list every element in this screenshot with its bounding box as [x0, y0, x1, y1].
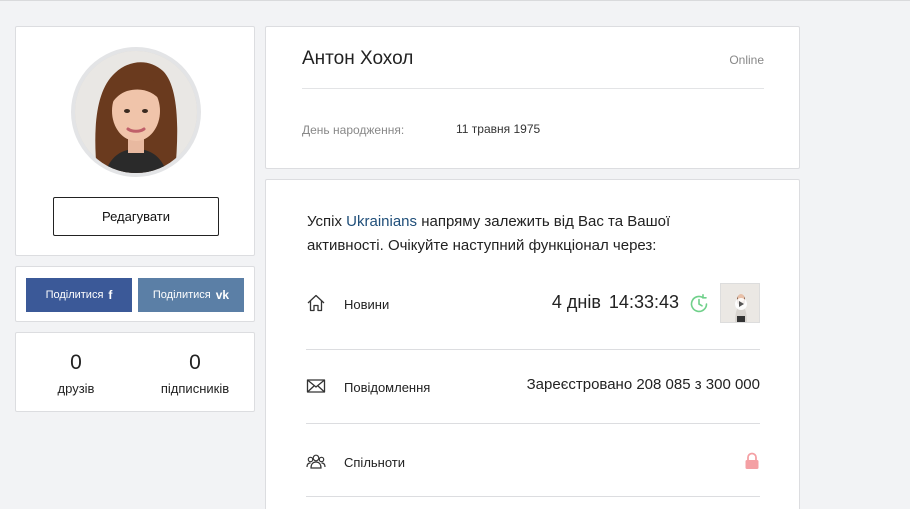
feature-row-communities: Спільноти [306, 449, 760, 473]
friends-label: друзів [57, 381, 95, 396]
news-label: Новини [344, 297, 390, 312]
envelope-icon [306, 376, 326, 396]
features-card: Успіх Ukrainians напряму залежить від Ва… [265, 179, 800, 509]
home-icon [306, 293, 326, 313]
online-status: Online [729, 53, 764, 67]
profile-card: Редагувати [15, 26, 255, 256]
divider [306, 423, 760, 424]
avatar-photo [75, 51, 197, 173]
avatar[interactable] [71, 47, 201, 177]
share-facebook-label: Поділитися [45, 289, 104, 301]
feature-row-news: Новини 4 днів 14:33:43 [306, 283, 760, 323]
registered-count: Зареєстровано 208 085 з 300 000 [526, 376, 760, 393]
video-thumbnail[interactable] [720, 283, 760, 323]
lock-icon [744, 452, 760, 470]
friends-stat[interactable]: 0 друзів [21, 351, 131, 396]
divider [302, 88, 764, 89]
communities-label: Спільноти [344, 455, 406, 470]
share-vk-button[interactable]: Поділитися vk [138, 278, 244, 312]
divider [306, 349, 760, 350]
ukrainians-link[interactable]: Ukrainians [346, 213, 417, 230]
countdown-time: 14:33:43 [608, 292, 679, 312]
edit-profile-button[interactable]: Редагувати [53, 197, 219, 236]
news-countdown: 4 днів 14:33:43 [552, 292, 679, 313]
facebook-icon: f [108, 288, 113, 302]
divider [306, 496, 760, 497]
countdown-days: 4 днів [551, 292, 601, 312]
followers-label: підписників [160, 381, 230, 396]
feature-row-messages: Повідомлення Зареєстровано 208 085 з 300… [306, 374, 760, 398]
user-name: Антон Хохол [302, 48, 414, 69]
messages-label: Повідомлення [344, 380, 431, 395]
birthday-value: 11 травня 1975 [456, 122, 541, 136]
share-vk-label: Поділитися [152, 289, 211, 301]
friends-count: 0 [70, 351, 82, 374]
share-facebook-button[interactable]: Поділитися f [26, 278, 132, 312]
users-icon [306, 451, 326, 471]
intro-text-before: Успіх [307, 213, 347, 230]
share-card: Поділитися f Поділитися vk [15, 266, 255, 322]
user-info-card: Антон Хохол Online День народження: 11 т… [265, 26, 800, 169]
top-border [0, 0, 910, 1]
followers-stat[interactable]: 0 підписників [140, 351, 250, 396]
followers-count: 0 [189, 351, 201, 374]
clock-refresh-icon [688, 293, 710, 315]
birthday-label: День народження: [302, 123, 405, 137]
intro-text: Успіх Ukrainians напряму залежить від Ва… [307, 210, 727, 258]
vk-icon: vk [215, 288, 230, 302]
stats-card: 0 друзів 0 підписників [15, 332, 255, 412]
